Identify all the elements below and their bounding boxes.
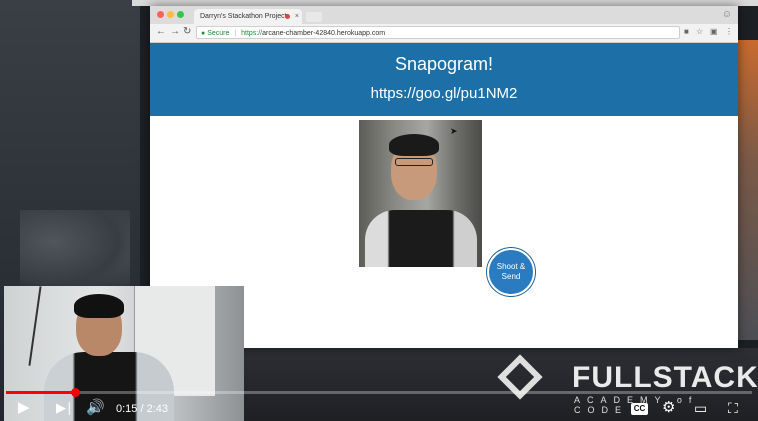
browser-toolbar: ← → ↻ ● Secure | https://arcane-chamber-…: [150, 24, 738, 43]
menu-icon[interactable]: ⋮: [725, 27, 733, 36]
background-people: [20, 210, 130, 290]
url-scheme: https://: [241, 30, 263, 37]
new-tab-button[interactable]: [306, 12, 322, 22]
omnibox-separator: |: [234, 30, 237, 37]
minimize-window-button[interactable]: [167, 11, 174, 18]
volume-icon[interactable]: 🔊: [86, 399, 105, 417]
next-icon[interactable]: ▶∣: [56, 399, 73, 417]
camera-preview: [359, 120, 482, 267]
tab-title: Darryn's Stackathon Project: [200, 13, 287, 20]
url-host: arcane-chamber-42840.herokuapp.com: [262, 30, 386, 37]
page-header: Snapogram! https://goo.gl/pu1NM2: [150, 43, 738, 116]
progress-bar[interactable]: [6, 388, 752, 397]
back-icon[interactable]: ←: [156, 26, 166, 37]
gear-icon[interactable]: ⚙: [662, 399, 675, 417]
camera-icon[interactable]: ■: [684, 27, 689, 36]
tab-active[interactable]: Darryn's Stackathon Project ×: [194, 9, 302, 24]
shoot-and-send-button[interactable]: Shoot & Send: [487, 248, 535, 296]
tab-bar: Darryn's Stackathon Project × ☺: [150, 6, 738, 24]
secure-label: Secure: [207, 30, 230, 37]
page-title: Snapogram!: [394, 54, 494, 74]
presenter-hair: [74, 294, 124, 318]
player-controls: ▶ ▶∣ 🔊 0:15 / 2:43 CC ⚙ ▭ ⛶: [0, 395, 758, 421]
pip-cable: [28, 286, 42, 366]
recording-icon: [285, 14, 290, 19]
preview-person-glasses: [395, 158, 433, 166]
preview-person-hair: [389, 134, 439, 156]
mouse-cursor-icon: ➤: [450, 126, 458, 136]
lock-icon: ●: [201, 30, 206, 37]
logo-wordmark: FULLSTACK: [572, 361, 758, 394]
short-link[interactable]: https://goo.gl/pu1NM2: [150, 85, 738, 102]
fullscreen-icon[interactable]: ⛶: [728, 399, 738, 417]
star-icon[interactable]: ☆: [696, 27, 703, 36]
person-icon[interactable]: ☺: [722, 9, 732, 20]
forward-icon[interactable]: →: [170, 26, 180, 37]
captions-button[interactable]: CC: [631, 403, 648, 415]
preview-person-body: [365, 210, 477, 267]
extension-icon[interactable]: ▣: [710, 27, 718, 36]
play-icon[interactable]: ▶: [18, 399, 30, 417]
zoom-window-button[interactable]: [177, 11, 184, 18]
progress-played: [6, 391, 75, 394]
reload-icon[interactable]: ↻: [183, 26, 191, 37]
theater-icon[interactable]: ▭: [694, 399, 707, 417]
time-display: 0:15 / 2:43: [116, 403, 168, 415]
tab-close-button[interactable]: ×: [295, 9, 299, 24]
close-window-button[interactable]: [157, 11, 164, 18]
address-bar[interactable]: ● Secure | https://arcane-chamber-42840.…: [196, 26, 680, 39]
